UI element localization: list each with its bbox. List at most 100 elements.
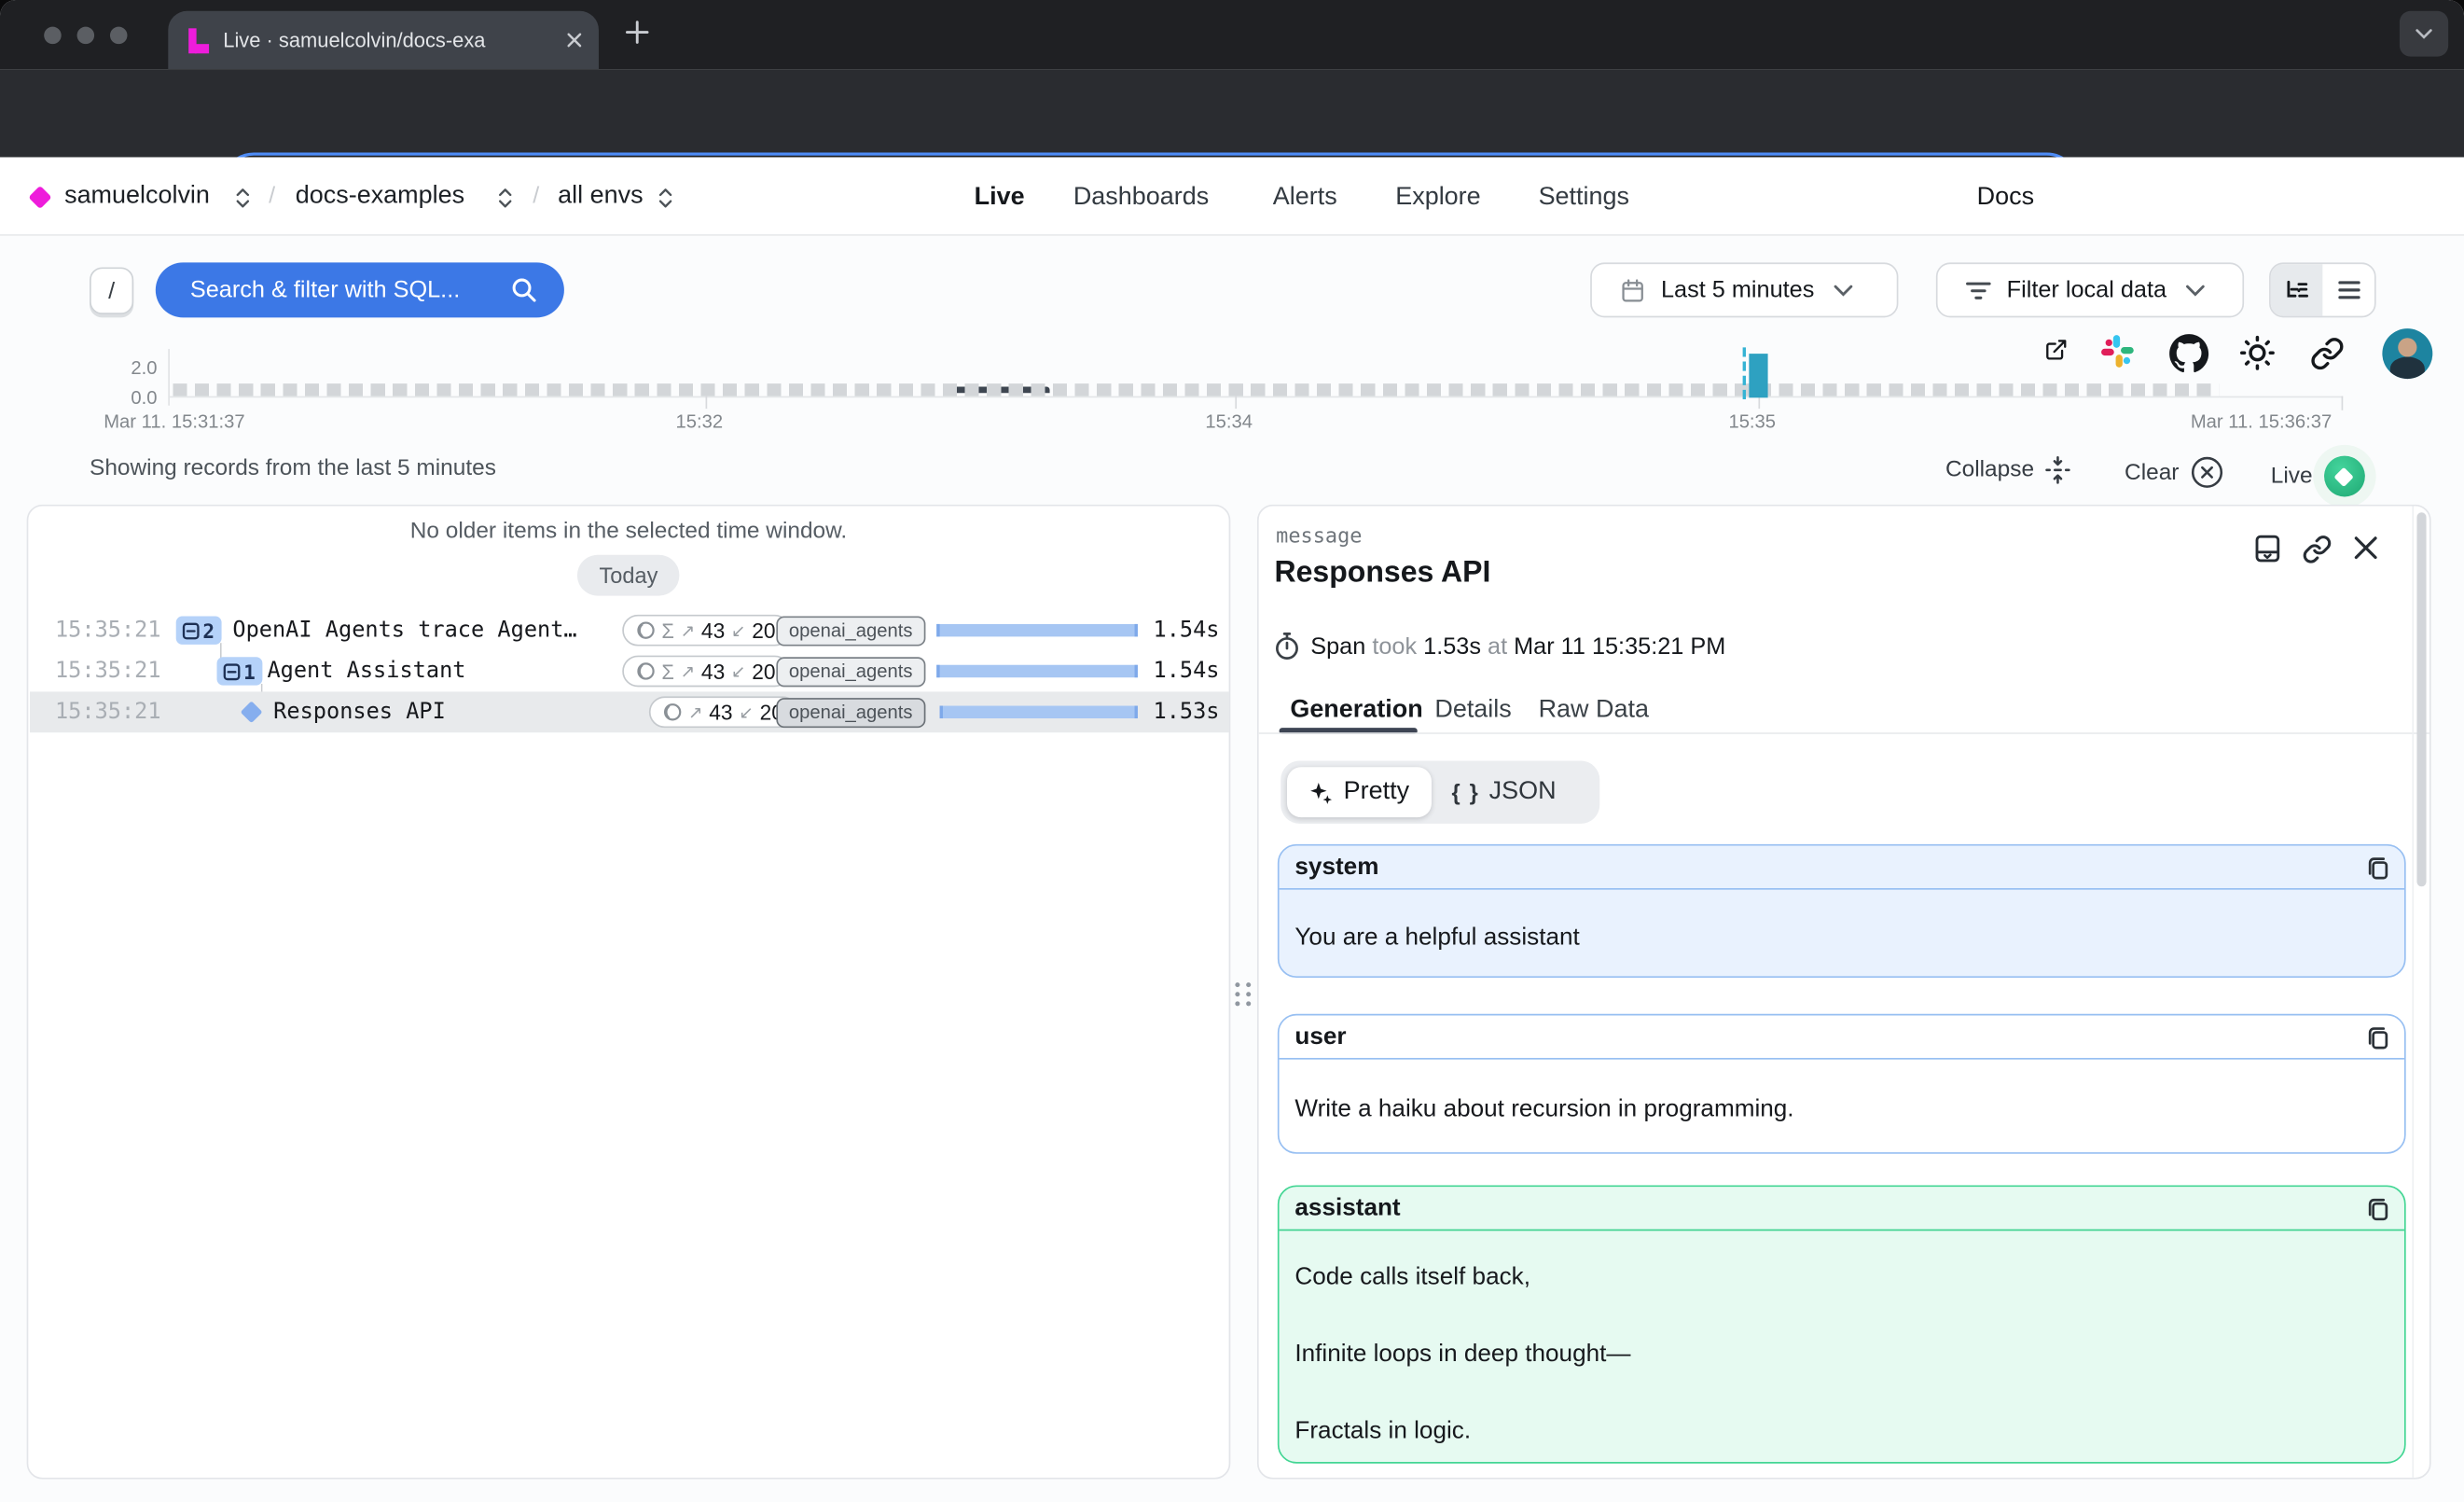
duration-bar[interactable] [936,624,1138,636]
project-switcher-icon[interactable] [498,188,512,210]
clear-x-circle-icon [2190,456,2222,489]
live-toggle[interactable]: Live [2271,456,2364,497]
haiku-line-2: Infinite loops in deep thought— [1280,1292,2404,1370]
trace-time: 15:35:21 [55,700,161,725]
tab-search-caret-button[interactable] [2400,11,2448,57]
span-diamond-icon [241,701,263,723]
slash-shortcut-key[interactable]: / [90,267,133,314]
breadcrumb-separator: / [533,182,539,209]
search-icon [511,277,538,304]
copy-icon[interactable] [2367,855,2390,880]
timeline-ytick-top: 2.0 [94,356,157,379]
org-switcher-icon[interactable] [236,188,250,210]
today-pill[interactable]: Today [577,555,680,596]
pretty-toggle-button[interactable]: Pretty [1287,767,1432,817]
timeline-activity-bar[interactable] [1749,354,1767,397]
tree-view-icon [2285,279,2308,301]
span-duration: 1.53s [1423,633,1481,660]
tab-explore[interactable]: Explore [1395,183,1480,211]
json-toggle-button[interactable]: { } JSON [1432,778,1577,806]
filter-local-data-label: Filter local data [2007,277,2166,304]
span-detail-panel: message Responses API Span took 1.53s at… [1257,505,2431,1480]
time-range-dropdown[interactable]: Last 5 minutes [1590,262,1898,317]
browser-tab[interactable]: Live · samuelcolvin/docs-exa [168,11,599,69]
window-close-button[interactable] [44,26,62,44]
tab-settings[interactable]: Settings [1539,183,1629,211]
timeline-selection-cursor[interactable] [1743,347,1746,399]
theme-sun-icon[interactable] [2237,333,2277,372]
token-usage-pill[interactable]: ↗43 ↙20 [649,696,797,728]
span-name[interactable]: Responses API [273,700,446,725]
tab-live[interactable]: Live [975,183,1025,211]
copy-link-icon[interactable] [2302,535,2332,564]
token-coin-icon [636,661,655,680]
user-avatar[interactable] [2382,328,2432,379]
clear-button[interactable]: Clear [2125,456,2223,489]
duration-value: 1.53s [1125,700,1219,725]
tab-alerts[interactable]: Alerts [1273,183,1337,211]
input-tokens: 43 [701,619,725,642]
close-icon[interactable] [2352,535,2379,562]
dock-panel-icon[interactable] [2253,535,2281,563]
scope-tag[interactable]: openai_agents [776,616,925,646]
scope-tag[interactable]: openai_agents [776,697,925,727]
collapse-button[interactable]: Collapse [1945,456,2072,484]
input-tokens-arrow-icon: ↗ [681,620,696,641]
screen: Live · samuelcolvin/docs-exa logfire.pyd… [0,0,2464,1502]
copy-icon[interactable] [2367,1024,2390,1050]
live-indicator-button[interactable] [2323,456,2364,497]
trace-row[interactable]: 15:35:21 1 Agent Assistant Σ ↗43 ↙20 ope… [30,651,1230,692]
scrollbar-thumb[interactable] [2416,512,2426,886]
span-word: Span [1310,633,1365,660]
collapse-children-badge[interactable]: 2 [176,617,221,645]
child-count: 1 [243,660,256,683]
duration-bar[interactable] [940,706,1138,718]
filter-local-data-dropdown[interactable]: Filter local data [1936,262,2244,317]
slack-icon[interactable] [2097,332,2139,373]
duration-bar[interactable] [936,665,1138,677]
token-coin-icon [663,702,682,721]
timeline-baseline [170,396,2343,398]
trace-row-selected[interactable]: 15:35:21 Responses API ↗43 ↙20 openai_ag… [30,691,1230,732]
token-usage-pill[interactable]: Σ ↗43 ↙20 [622,615,790,647]
tree-view-button[interactable] [2271,264,2323,316]
tab-dashboards[interactable]: Dashboards [1073,183,1209,211]
window-zoom-button[interactable] [110,26,128,44]
logfire-logo-icon[interactable] [27,184,54,211]
share-link-icon[interactable] [2310,337,2345,371]
span-title: Responses API [1274,556,1490,591]
docs-link[interactable]: Docs [1977,183,2034,211]
token-usage-pill[interactable]: Σ ↗43 ↙20 [622,656,790,688]
new-tab-icon[interactable] [626,21,649,44]
env-switcher-icon[interactable] [658,188,672,210]
chevron-down-icon [2416,28,2433,39]
span-name[interactable]: OpenAI Agents trace Agent… [232,618,576,643]
external-link-icon[interactable] [2044,338,2068,361]
list-view-button[interactable] [2322,264,2374,316]
input-tokens-arrow-icon: ↗ [681,661,696,682]
github-icon[interactable] [2168,333,2209,374]
timeline-tick [1758,396,1760,409]
span-timestamp: Mar 11 15:35:21 PM [1514,633,1725,660]
tab-title: Live · samuelcolvin/docs-exa [223,28,565,51]
span-name[interactable]: Agent Assistant [267,659,465,684]
copy-icon[interactable] [2367,1195,2390,1220]
tab-details[interactable]: Details [1434,696,1511,724]
calendar-icon [1620,277,1645,302]
tab-raw-data[interactable]: Raw Data [1539,696,1649,724]
panel-splitter-handle[interactable] [1234,980,1254,1008]
trace-row[interactable]: 15:35:21 2 OpenAI Agents trace Agent… Σ … [30,610,1230,651]
tab-close-icon[interactable] [566,32,584,49]
breadcrumb-project[interactable]: docs-examples [296,182,464,210]
breadcrumb-env[interactable]: all envs [558,182,643,210]
scope-tag[interactable]: openai_agents [776,656,925,686]
detail-scrollbar[interactable] [2412,507,2429,1478]
collapse-children-badge[interactable]: 1 [217,657,262,685]
trace-time: 15:35:21 [55,618,161,643]
search-filter-button[interactable]: Search & filter with SQL... [156,262,564,317]
breadcrumb-org[interactable]: samuelcolvin [64,182,210,210]
chevron-down-icon [1834,284,1852,296]
window-minimize-button[interactable] [77,26,95,44]
tab-generation[interactable]: Generation [1290,696,1422,724]
duration-value: 1.54s [1125,618,1219,643]
